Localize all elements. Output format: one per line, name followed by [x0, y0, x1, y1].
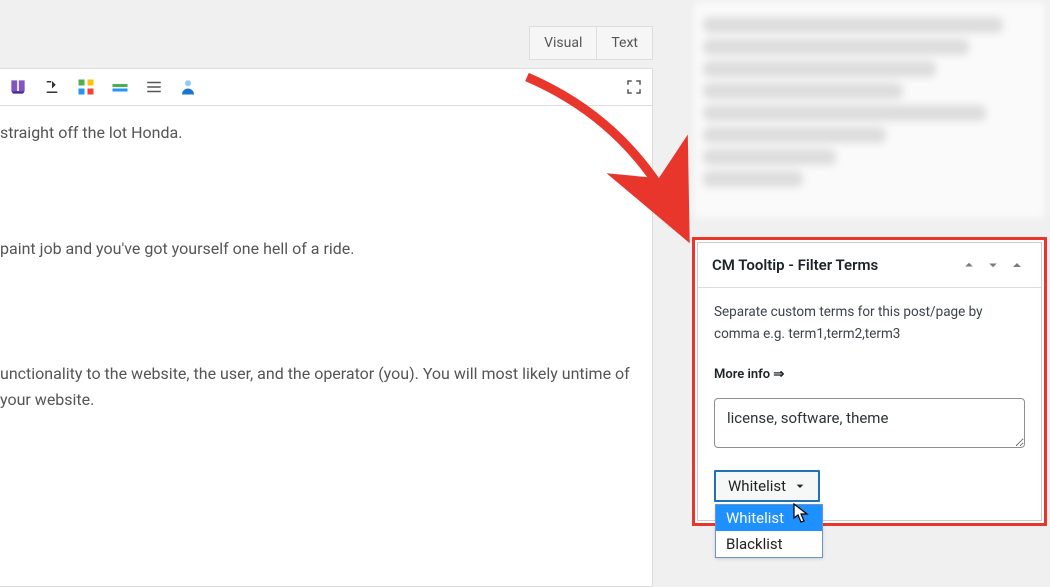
import-icon[interactable]: [42, 77, 62, 97]
collapse-icon[interactable]: [1007, 255, 1027, 275]
panel-body: Separate custom terms for this post/page…: [698, 288, 1041, 520]
select-dropdown: Whitelist Blacklist: [715, 504, 823, 558]
book-icon[interactable]: [8, 77, 28, 97]
panel-header: CM Tooltip - Filter Terms: [698, 243, 1041, 288]
select-button[interactable]: Whitelist: [714, 470, 820, 502]
tab-visual[interactable]: Visual: [529, 26, 596, 60]
editor-tabs: Visual Text: [529, 26, 653, 60]
content-line: paint job and you've got yourself one he…: [0, 236, 642, 262]
editor-area: Visual Text straight off the lot Honda. …: [0, 0, 665, 587]
content-line: straight off the lot Honda.: [0, 120, 642, 146]
editor-content[interactable]: straight off the lot Honda. paint job an…: [0, 106, 653, 587]
more-info-link[interactable]: More info ⇒: [714, 367, 784, 382]
select-value: Whitelist: [728, 477, 786, 495]
editor-toolbar: [0, 68, 653, 106]
person-icon[interactable]: [178, 77, 198, 97]
tab-text[interactable]: Text: [596, 26, 653, 60]
chevron-down-icon: [792, 478, 808, 494]
row-icon[interactable]: [110, 77, 130, 97]
filter-terms-panel: CM Tooltip - Filter Terms Separate custo…: [692, 237, 1047, 526]
panel-description: Separate custom terms for this post/page…: [714, 302, 1025, 345]
content-line: unctionality to the website, the user, a…: [0, 361, 642, 412]
grid-icon[interactable]: [76, 77, 96, 97]
list-icon[interactable]: [144, 77, 164, 97]
blurred-panel: [692, 0, 1047, 220]
terms-input[interactable]: [714, 398, 1025, 448]
chevron-down-icon[interactable]: [983, 255, 1003, 275]
fullscreen-icon[interactable]: [624, 77, 644, 97]
panel-title: CM Tooltip - Filter Terms: [712, 256, 955, 274]
filter-type-select[interactable]: Whitelist Whitelist Blacklist: [714, 470, 820, 502]
chevron-up-icon[interactable]: [959, 255, 979, 275]
option-whitelist[interactable]: Whitelist: [716, 505, 822, 531]
sidebar: CM Tooltip - Filter Terms Separate custo…: [680, 0, 1050, 587]
option-blacklist[interactable]: Blacklist: [716, 531, 822, 557]
